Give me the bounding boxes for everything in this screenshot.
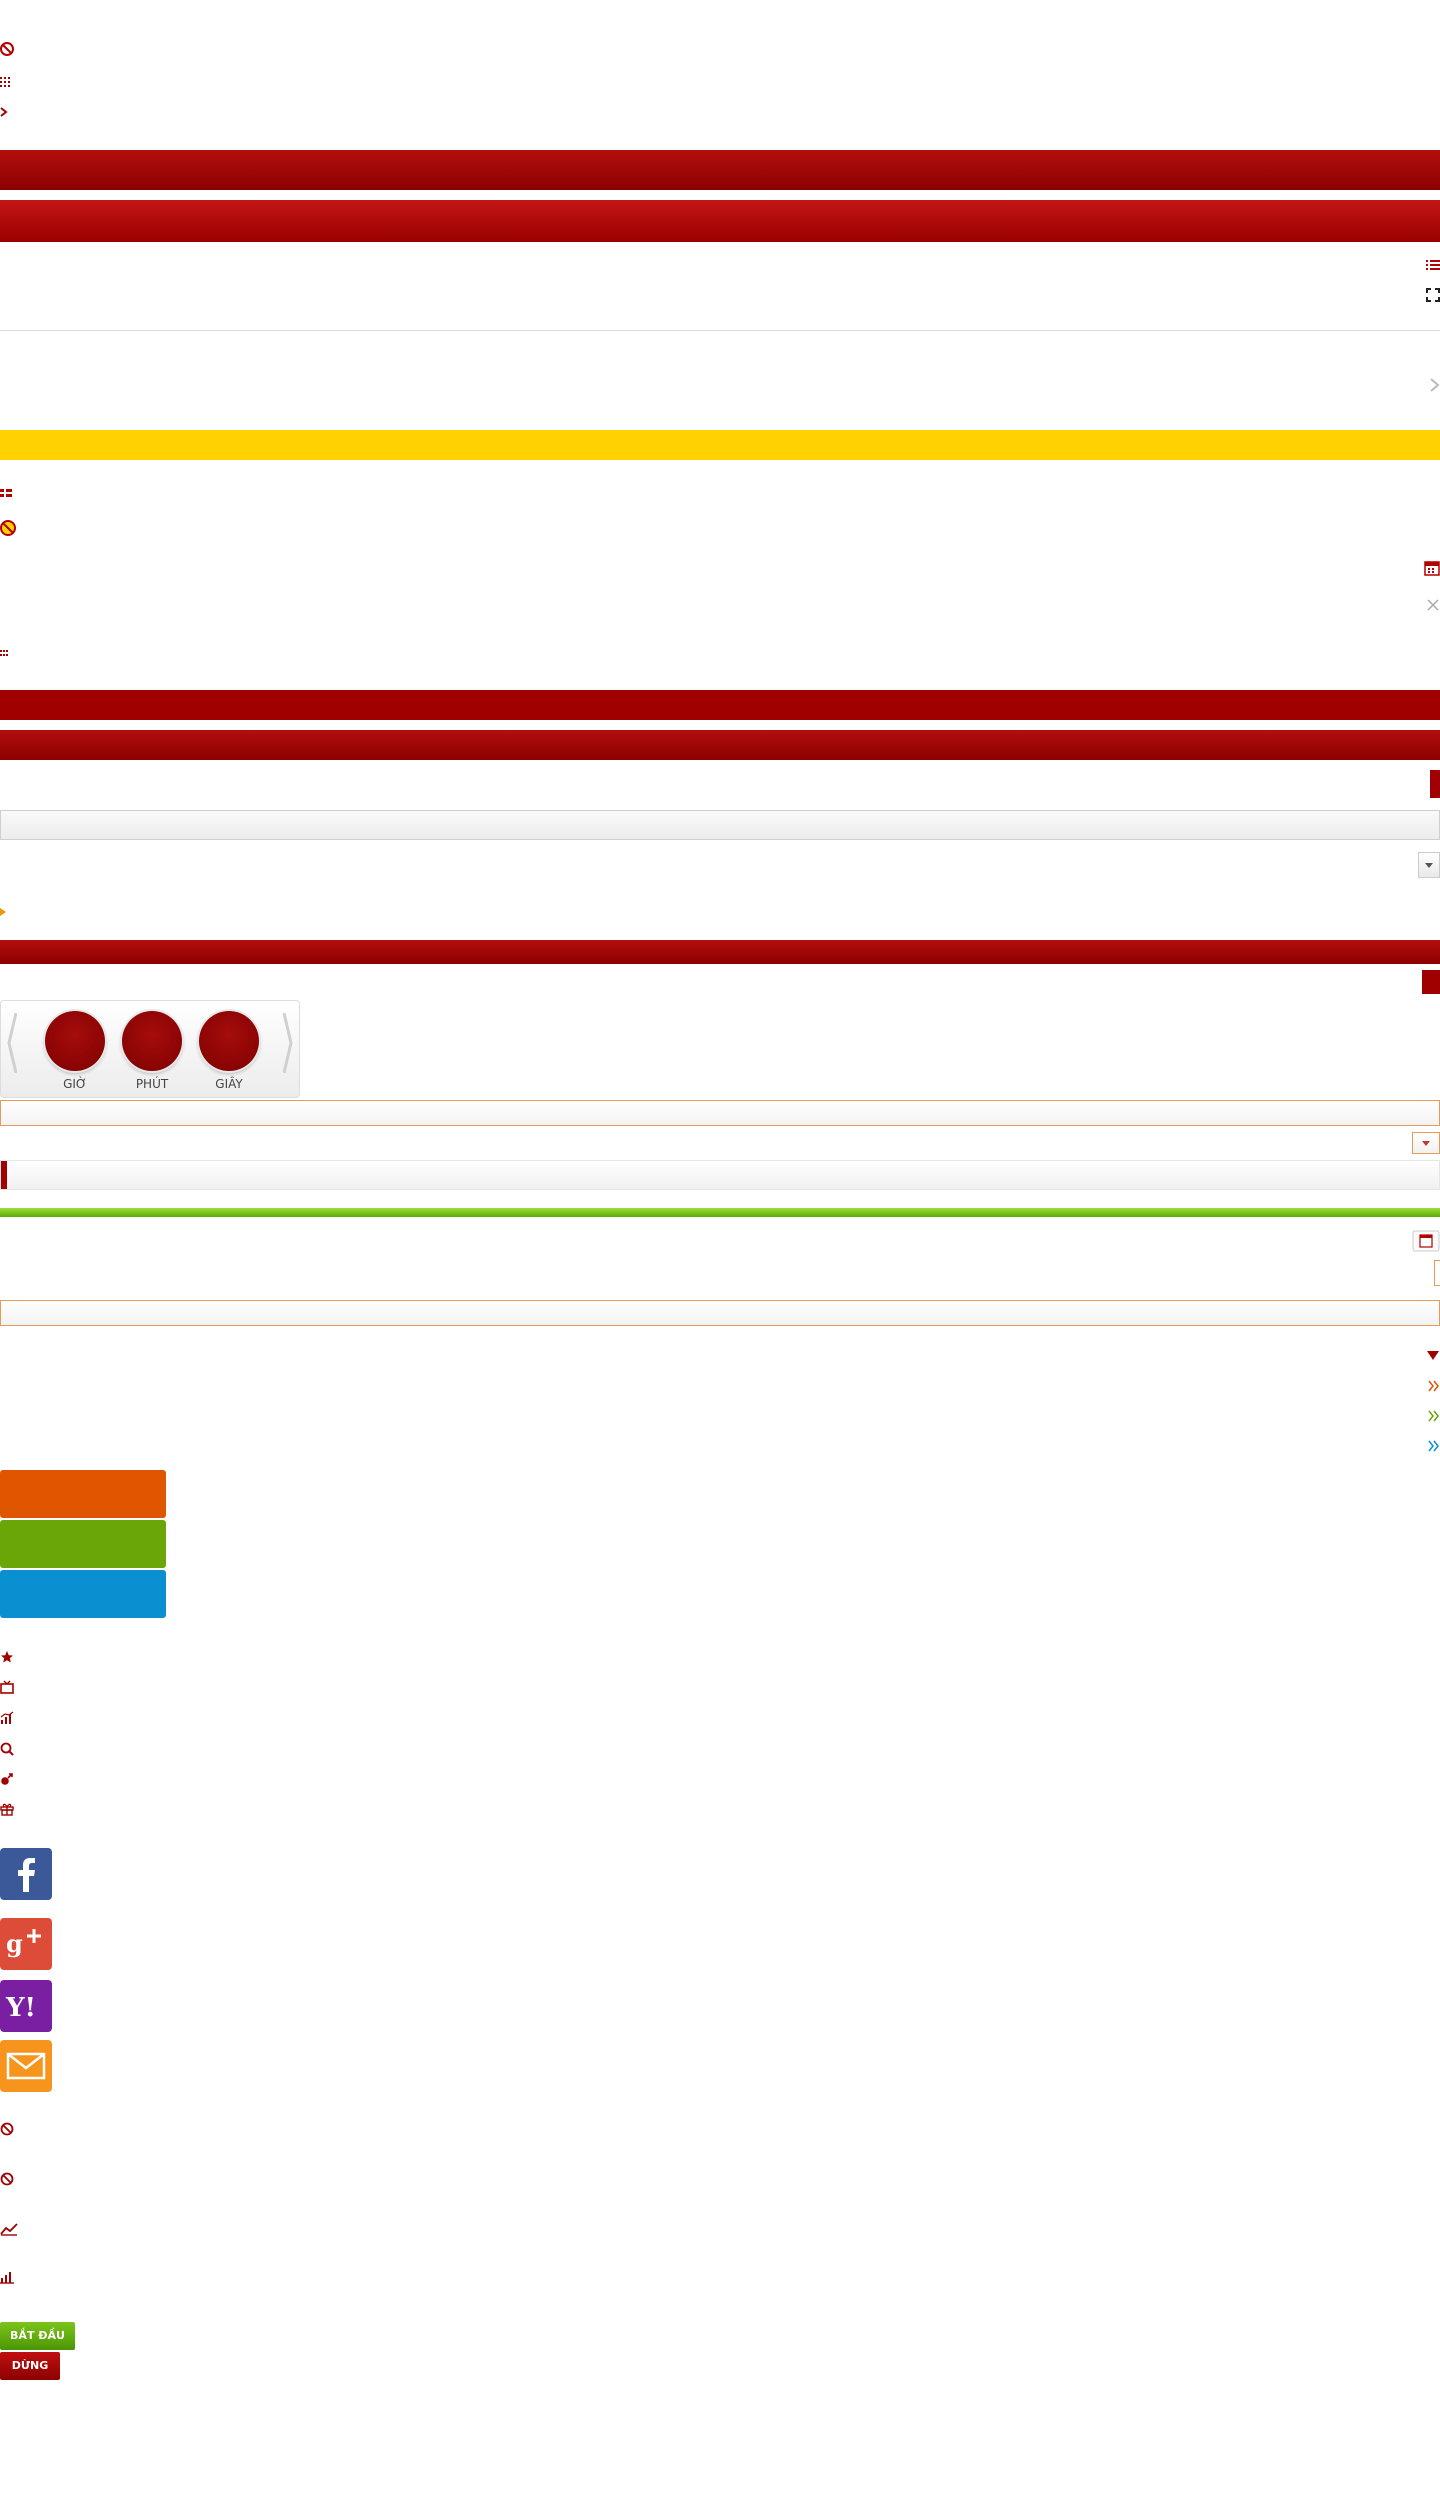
gift-icon [0,1803,14,1816]
double-chevron-icon[interactable] [1428,1410,1440,1422]
yahoo-icon: Y! [5,1993,36,2023]
green-progress-line [0,1208,1440,1217]
scroll-tab[interactable] [1430,770,1440,798]
tv-icon [0,1680,14,1694]
tab-bar [0,1160,1440,1190]
hours-dial [45,1011,105,1071]
double-chevron-icon[interactable] [1428,1440,1440,1452]
chevron-right-icon[interactable] [1428,378,1440,392]
svg-text:g: g [6,1929,23,1958]
double-chevron-icon[interactable] [1428,1380,1440,1392]
active-tab-marker[interactable] [1,1161,7,1189]
input-bar[interactable] [0,810,1440,840]
divider [0,330,1440,331]
line-chart-icon [0,2223,18,2236]
section-subheader-bar [0,730,1440,760]
countdown-widget: GIỜ PHÚT GIÂY [0,1000,300,1098]
dropdown-arrow-icon [1422,1141,1430,1146]
start-button[interactable]: BẮT ĐẦU [0,2322,75,2350]
select-dropdown[interactable] [1412,1132,1440,1154]
grid-icon[interactable] [0,77,10,87]
flag-icon [0,489,12,497]
countdown-header-bar [0,940,1440,964]
minutes-dial [122,1011,182,1071]
side-tab[interactable] [1422,970,1440,994]
bar-chart-icon [0,2272,14,2284]
top-nav-bar [0,150,1440,190]
lottery-ball-icon [0,2122,14,2136]
grid-icon [0,650,8,656]
expand-icon[interactable] [1426,288,1440,302]
green-button[interactable] [0,1520,166,1568]
chevron-left-icon[interactable] [7,1013,17,1073]
chart-icon [0,1711,14,1724]
chevron-right-icon[interactable] [283,1013,293,1073]
gender-icon [1,1773,13,1785]
section-header-bar [0,690,1440,720]
star-icon [1,1651,13,1663]
text-input[interactable] [0,1100,1440,1126]
text-input[interactable] [0,1300,1440,1326]
input-edge[interactable] [1434,1260,1440,1286]
minutes-label: PHÚT [135,1077,169,1091]
orange-button[interactable] [0,1470,166,1518]
hours-label: GIỜ [63,1077,87,1091]
stop-button[interactable]: DỪNG [0,2352,60,2380]
lottery-ball-icon [0,2172,14,2186]
calendar-icon[interactable] [1412,1230,1440,1252]
mail-icon [6,2052,46,2080]
facebook-share-button[interactable] [0,1848,52,1900]
seconds-dial [199,1011,259,1071]
dropdown-arrow-icon [1425,863,1433,868]
caret-down-icon[interactable] [1426,1348,1440,1362]
close-icon[interactable] [1426,598,1440,612]
mail-share-button[interactable] [0,2040,52,2092]
google-plus-icon: g [6,1929,41,1958]
arrow-icon [0,107,8,117]
seconds-label: GIÂY [215,1077,243,1091]
yellow-strip [0,430,1440,460]
select-dropdown[interactable] [1418,852,1440,878]
arrow-icon [0,908,6,916]
calendar-icon[interactable] [1424,560,1440,576]
svg-text:Y!: Y! [5,1993,36,2023]
main-menu-bar [0,200,1440,242]
search-icon[interactable] [0,1742,14,1756]
lottery-ball-icon [0,520,16,536]
list-icon[interactable] [1426,258,1440,272]
yahoo-share-button[interactable]: Y! [0,1980,52,2032]
facebook-icon [18,1858,35,1892]
google-plus-share-button[interactable]: g [0,1918,52,1970]
blue-button[interactable] [0,1570,166,1618]
lottery-ball-icon [0,42,14,56]
